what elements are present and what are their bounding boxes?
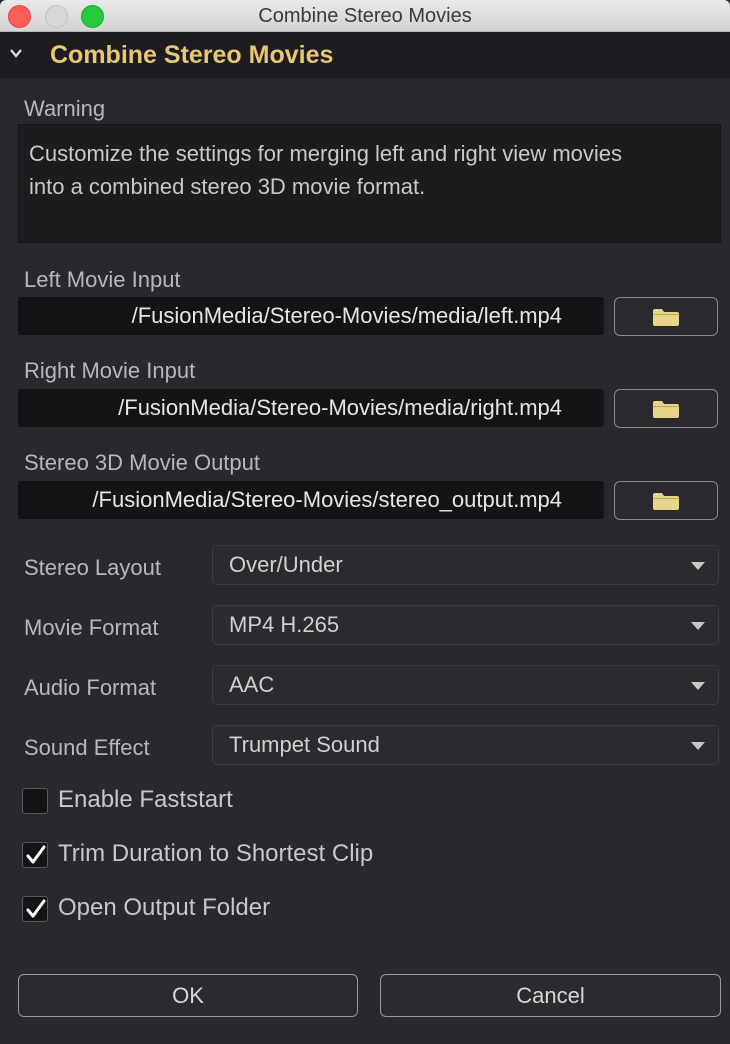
folder-icon — [653, 493, 679, 510]
warning-text-line-1: Customize the settings for merging left … — [29, 141, 623, 166]
caret-down-icon — [691, 742, 705, 750]
movie-format-value: MP4 H.265 — [229, 612, 340, 637]
trim-duration-label: Trim Duration to Shortest Clip — [58, 840, 374, 867]
folder-icon — [653, 401, 679, 418]
audio-format-label: Audio Format — [24, 675, 157, 700]
section-title: Combine Stereo Movies — [50, 41, 334, 69]
stereo-layout-dropdown[interactable]: Over/Under — [212, 545, 719, 585]
open-output-folder-checkbox[interactable] — [22, 896, 48, 922]
sound-effect-dropdown[interactable]: Trumpet Sound — [212, 725, 719, 765]
left-movie-label: Left Movie Input — [24, 267, 181, 292]
checkmark-icon — [26, 845, 46, 864]
warning-text-box: Customize the settings for merging left … — [18, 124, 721, 243]
sound-effect-value: Trumpet Sound — [229, 732, 380, 757]
warning-text-line-2: into a combined stereo 3D movie format. — [29, 174, 426, 199]
output-movie-label: Stereo 3D Movie Output — [24, 450, 261, 475]
trim-duration-checkbox[interactable] — [22, 842, 48, 868]
left-movie-browse-button[interactable] — [614, 297, 718, 336]
stereo-layout-value: Over/Under — [229, 552, 343, 577]
chevron-down-icon[interactable] — [10, 48, 22, 58]
checkmark-icon — [26, 899, 46, 918]
output-movie-path-field[interactable]: /FusionMedia/Stereo-Movies/stereo_output… — [18, 481, 604, 519]
section-header[interactable]: Combine Stereo Movies — [0, 32, 730, 78]
caret-down-icon — [691, 682, 705, 690]
enable-faststart-label: Enable Faststart — [58, 786, 233, 813]
enable-faststart-checkbox[interactable] — [22, 788, 48, 814]
right-movie-label: Right Movie Input — [24, 358, 196, 383]
window-title: Combine Stereo Movies — [258, 5, 472, 27]
right-movie-browse-button[interactable] — [614, 389, 718, 428]
warning-label: Warning — [24, 96, 106, 121]
right-movie-path-field[interactable]: /FusionMedia/Stereo-Movies/media/right.m… — [18, 389, 604, 427]
ok-button[interactable]: OK — [18, 974, 358, 1017]
caret-down-icon — [691, 622, 705, 630]
sound-effect-label: Sound Effect — [24, 735, 150, 760]
movie-format-label: Movie Format — [24, 615, 159, 640]
caret-down-icon — [691, 562, 705, 570]
stereo-layout-label: Stereo Layout — [24, 555, 161, 580]
window-titlebar: Combine Stereo Movies — [0, 0, 730, 32]
output-movie-browse-button[interactable] — [614, 481, 718, 520]
open-output-folder-label: Open Output Folder — [58, 894, 271, 921]
folder-icon — [653, 309, 679, 326]
movie-format-dropdown[interactable]: MP4 H.265 — [212, 605, 719, 645]
cancel-button[interactable]: Cancel — [380, 974, 721, 1017]
left-movie-path-field[interactable]: /FusionMedia/Stereo-Movies/media/left.mp… — [18, 297, 604, 335]
audio-format-dropdown[interactable]: AAC — [212, 665, 719, 705]
audio-format-value: AAC — [229, 672, 275, 697]
